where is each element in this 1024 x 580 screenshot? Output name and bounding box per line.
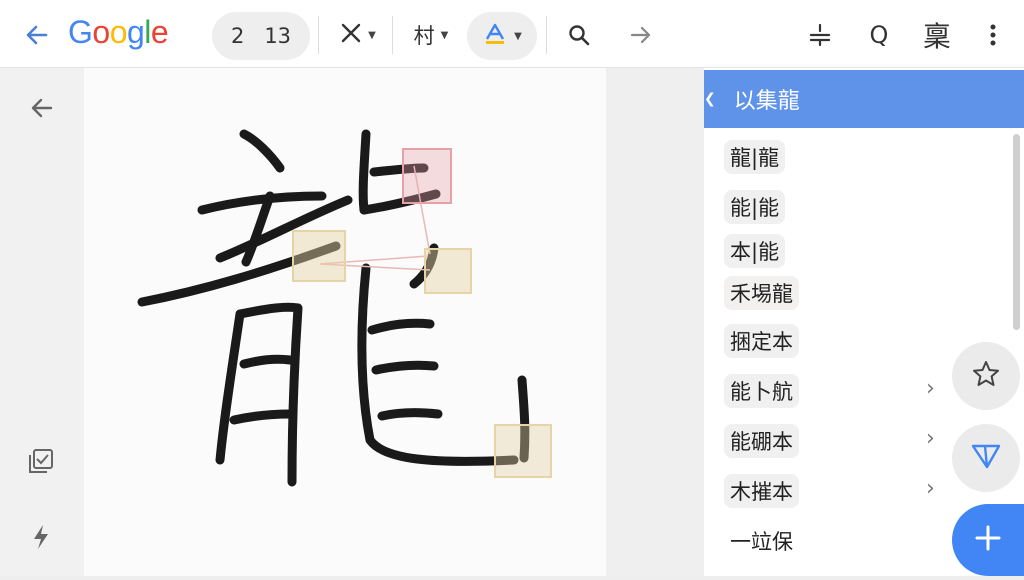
stroke-tool-button[interactable]: 村 ▼ (404, 16, 458, 54)
stroke-highlight-box (292, 230, 346, 282)
page-total: 13 (264, 24, 292, 48)
suggestion-item[interactable]: 龍|龍 (724, 140, 786, 174)
suggestion-item[interactable]: 捆定本 (724, 324, 799, 358)
chevron-down-icon: ▼ (514, 30, 522, 42)
q-button[interactable]: Q (862, 18, 896, 52)
page-current: 2 (230, 24, 245, 48)
x-icon (340, 22, 362, 48)
chevron-right-icon[interactable]: › (926, 426, 935, 451)
stroke-highlight-box (424, 248, 472, 294)
left-rail (0, 68, 84, 576)
chevron-left-icon[interactable]: ❮ (704, 91, 716, 107)
divide-icon[interactable] (804, 18, 836, 52)
suggestion-item[interactable]: 禾埸龍 (724, 276, 799, 310)
back-arrow-icon[interactable] (20, 18, 54, 52)
plus-icon (973, 523, 1003, 557)
chevron-down-icon: ▼ (440, 29, 449, 41)
text-color-icon (482, 21, 508, 51)
chevron-right-icon[interactable]: › (926, 476, 935, 501)
top-toolbar: Google 2 13 ▼ 村 ▼ ▼ Q 稟 (0, 0, 1024, 68)
send-icon (970, 441, 1002, 475)
add-button[interactable] (952, 504, 1024, 576)
chevron-down-icon: ▼ (368, 29, 376, 41)
panel-header-text: 以集龍 (733, 89, 800, 114)
send-button[interactable] (952, 424, 1020, 492)
suggestion-item[interactable]: 木摧本 (724, 474, 799, 508)
suggestion-item[interactable]: 能|能 (724, 190, 786, 224)
google-logo[interactable]: Google (68, 14, 169, 51)
divider (392, 16, 393, 54)
suggestion-item[interactable]: 能硼本 (724, 424, 799, 458)
character-button[interactable]: 稟 (918, 16, 956, 54)
canvas-gutter (606, 68, 704, 576)
suggestion-panel: ❮ 以集龍 龍|龍 能|能 本|能 禾埸龍 捆定本 能卜航 › 能硼本 › 木摧… (704, 68, 1024, 576)
chevron-right-icon[interactable]: › (926, 376, 935, 401)
lightning-icon[interactable] (26, 520, 56, 554)
search-icon[interactable] (562, 18, 596, 52)
scrollbar[interactable] (1013, 134, 1020, 330)
suggestion-item[interactable]: 一竝保 (724, 524, 799, 558)
stroke-tool-label: 村 (413, 24, 435, 48)
star-button[interactable] (952, 342, 1020, 410)
page-indicator[interactable]: 2 13 (212, 12, 310, 60)
back-arrow-icon[interactable] (26, 92, 58, 124)
divider (546, 16, 547, 54)
handwriting-canvas[interactable] (84, 68, 606, 576)
panel-header[interactable]: ❮ 以集龍 (704, 70, 1024, 128)
suggestion-item[interactable]: 能卜航 (724, 374, 799, 408)
handwritten-character (137, 129, 530, 487)
text-color-button[interactable]: ▼ (467, 12, 537, 60)
checklist-icon[interactable] (24, 444, 58, 478)
divider (318, 16, 319, 54)
close-tool-button[interactable]: ▼ (334, 16, 382, 54)
suggestion-item[interactable]: 本|能 (724, 234, 786, 268)
forward-arrow-icon[interactable] (624, 18, 658, 52)
stroke-highlight-box (402, 148, 452, 204)
stroke-highlight-box (494, 424, 552, 478)
more-vert-icon[interactable] (980, 18, 1006, 52)
star-icon (971, 359, 1001, 393)
